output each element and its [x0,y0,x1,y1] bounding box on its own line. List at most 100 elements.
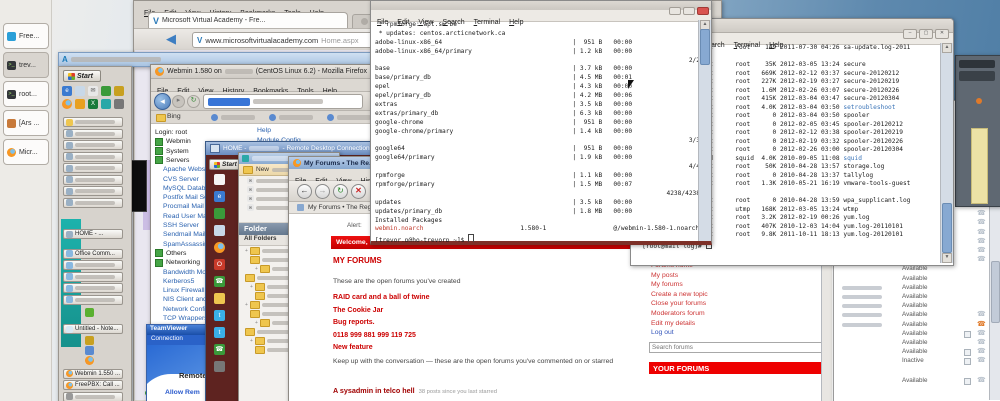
webmin-sidebar-item[interactable]: TCP Wrappers [163,314,208,323]
media-icon[interactable] [214,361,225,372]
expander-icon[interactable]: + [250,284,253,290]
phone-icon[interactable]: ☎ [977,310,986,318]
ie-icon[interactable]: e [62,86,72,96]
taskbar-button-10[interactable] [63,260,123,270]
minimize-icon[interactable] [669,7,681,15]
maximize-icon[interactable] [683,7,695,15]
bookmark-blur[interactable] [337,115,371,120]
forum-link[interactable]: RAID card and a ball of twine [333,294,593,301]
phone-icon[interactable]: ☎ [977,356,986,364]
taskbar-button-0[interactable] [63,117,123,127]
taskbar-button-7[interactable] [63,198,123,208]
back-button[interactable]: ◂ [154,93,171,110]
firefox-icon[interactable] [62,99,72,109]
phone-icon[interactable]: ☎ [977,218,986,226]
minimize-icon[interactable]: – [903,29,917,39]
toolbar-new-label[interactable]: New [256,166,269,173]
grid-icon[interactable] [85,336,94,345]
record-icon[interactable] [964,349,971,356]
sidebar-tab-1[interactable]: >_trev... [3,52,49,78]
record-icon[interactable] [964,331,971,338]
window-icon[interactable] [214,225,225,236]
sidebar-tab-4[interactable]: Micr... [3,139,49,165]
taskbar-button-21[interactable] [63,392,123,401]
webmin-sidebar-item[interactable]: Linux Firewall [163,286,205,295]
forum-nav-link[interactable]: Log out [651,329,821,336]
taskbar-button-2[interactable] [63,140,123,150]
webmin-sidebar-item[interactable]: Webmin [155,137,191,146]
taskbar-button-9[interactable]: Office Comm... [63,249,123,259]
media-icon[interactable] [114,99,124,109]
webmin-sidebar-item[interactable]: Kerberos5 [163,277,194,286]
forum-link[interactable]: New feature [333,344,593,351]
phone-icon[interactable]: ☎ [977,338,986,346]
mail-icon[interactable]: ✉ [88,86,98,96]
search-forums-input[interactable] [649,342,823,353]
back-button[interactable]: ← [297,184,312,199]
folder-icon[interactable] [214,293,225,304]
taskbar-button-6[interactable] [63,186,123,196]
webmin-sidebar-item[interactable]: Servers [155,156,189,165]
scroll-up-icon[interactable]: ▲ [942,43,952,53]
expander-icon[interactable]: + [255,266,258,272]
taskbar-button-12[interactable] [63,283,123,293]
teamviewer-allow-link[interactable]: Allow Rem [165,389,200,396]
taskbar-button-11[interactable] [63,272,123,282]
forum-nav-link[interactable]: Create a new topic [651,291,821,298]
taskbar-button-3[interactable] [63,152,123,162]
grid-icon[interactable] [114,86,124,96]
taskbar-button-4[interactable] [63,163,123,173]
forum-link[interactable]: 0118 999 881 999 119 725 [333,332,593,339]
green-app-icon[interactable] [101,86,111,96]
webmin-sidebar-item[interactable]: CVS Server [163,175,199,184]
forward-button[interactable]: → [315,184,330,199]
forum-nav-link[interactable]: My forums [651,281,821,288]
firefox-icon[interactable] [214,242,225,253]
webmin-url-bar[interactable] [203,94,363,109]
scroll-thumb[interactable] [700,29,710,65]
twitter-icon[interactable]: t [214,327,225,338]
expander-icon[interactable]: + [255,320,258,326]
bookmark-blur[interactable] [279,115,313,120]
record-icon[interactable] [964,358,971,365]
phone-icon[interactable]: ☎ [977,320,986,328]
central-terminal-titlebar[interactable] [371,1,711,10]
tab-virtual-academy[interactable]: V Microsoft Virtual Academy - Fre... [148,12,348,28]
bookmark-bing[interactable]: Bing [167,113,181,120]
taskbar-button-1[interactable] [63,129,123,139]
phone-icon[interactable]: ☎ [977,228,986,236]
scroll-thumb[interactable] [942,203,952,253]
sidebar-tab-0[interactable]: Free... [3,23,49,49]
taskbar-button-20[interactable]: FreePBX: Call ... [63,380,123,390]
taskbar-button-13[interactable] [63,295,123,305]
terminal-prompt[interactable]: [trevor.p@ho-trevorp ~]$ [375,234,700,242]
stop-button[interactable]: ✕ [351,184,366,199]
webmin-sidebar-item[interactable]: Read User Mail [163,212,210,221]
phone-icon[interactable]: ☎ [977,237,986,245]
webmin-sidebar-item[interactable]: SSH Server [163,221,199,230]
sidebar-tab-3[interactable]: [Ars ... [3,110,49,136]
maximize-icon[interactable]: ▢ [919,29,933,39]
central-terminal-scrollbar[interactable]: ▲ [698,20,711,241]
sidebar-tab-2[interactable]: >_root... [3,81,49,107]
taskbar-button-15[interactable]: Untitled - Note... [63,324,123,334]
expander-icon[interactable]: + [245,302,248,308]
record-icon[interactable] [964,378,971,385]
excel-icon[interactable]: X [88,99,98,109]
phone-icon[interactable]: ☎ [977,246,986,254]
reload-button[interactable]: ↻ [187,95,200,108]
close-icon[interactable] [697,7,709,15]
leaf-icon[interactable] [85,308,94,317]
green-app-icon[interactable] [214,208,225,219]
phone-icon[interactable]: ☎ [977,255,986,263]
close-icon[interactable]: ✕ [935,29,949,39]
forum-nav-link[interactable]: Edit my details [651,320,821,327]
taskbar-button-8[interactable]: HOME - ... [63,229,123,239]
webmin-sidebar-item[interactable]: Others [155,249,186,258]
phone-icon[interactable]: ☎ [977,376,986,384]
forum-link[interactable]: Bug reports. [333,319,593,326]
opera-icon[interactable]: O [214,259,225,270]
doc-icon[interactable] [214,174,225,185]
taskbar-button-19[interactable]: Webmin 1.550 ... [63,369,123,379]
phone-icon[interactable]: ☎ [977,329,986,337]
